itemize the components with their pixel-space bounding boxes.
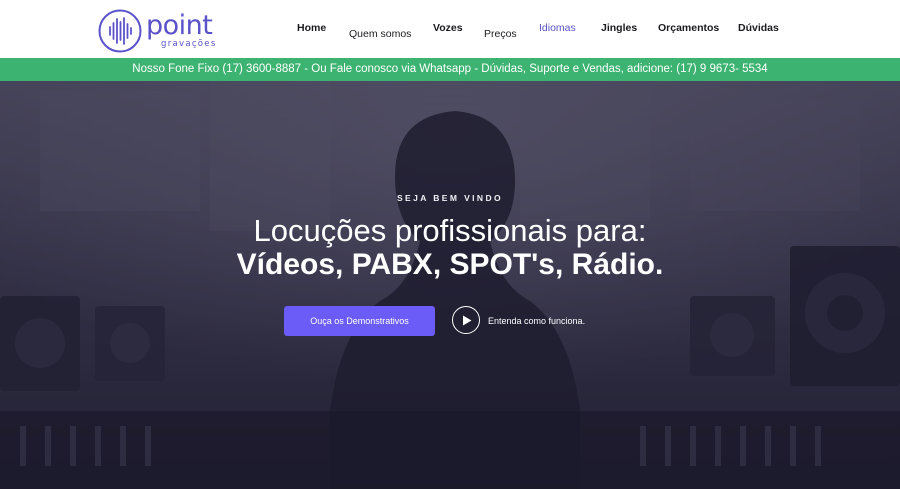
play-video-button[interactable] [452, 306, 480, 334]
nav-item-quem-somos[interactable]: Quem somos [349, 28, 411, 40]
play-video-label[interactable]: Entenda como funciona. [488, 316, 585, 326]
play-icon [463, 315, 472, 326]
nav-item-idiomas[interactable]: Idiomas [539, 22, 576, 34]
nav-item-home[interactable]: Home [297, 22, 326, 34]
site-header: point gravações Home Quem somos Vozes Pr… [0, 0, 900, 58]
hero-section: SEJA BEM VINDO Locuções profissionais pa… [0, 81, 900, 489]
nav-item-precos[interactable]: Preços [484, 28, 517, 40]
hero-headline: Locuções profissionais para: [253, 213, 647, 248]
contact-info-bar: Nosso Fone Fixo (17) 3600-8887 - Ou Fale… [0, 58, 900, 81]
nav-item-vozes[interactable]: Vozes [433, 22, 463, 34]
nav-item-duvidas[interactable]: Dúvidas [738, 22, 779, 34]
nav-item-orcamentos[interactable]: Orçamentos [658, 22, 719, 34]
hero-eyebrow: SEJA BEM VINDO [396, 193, 504, 203]
demo-button[interactable]: Ouça os Demonstrativos [284, 306, 435, 336]
nav-item-jingles[interactable]: Jingles [601, 22, 637, 34]
studio-background-image [0, 81, 900, 489]
main-nav: Home Quem somos Vozes Preços Idiomas Jin… [0, 0, 900, 58]
hero-headline-strong: Vídeos, PABX, SPOT's, Rádio. [236, 248, 664, 281]
